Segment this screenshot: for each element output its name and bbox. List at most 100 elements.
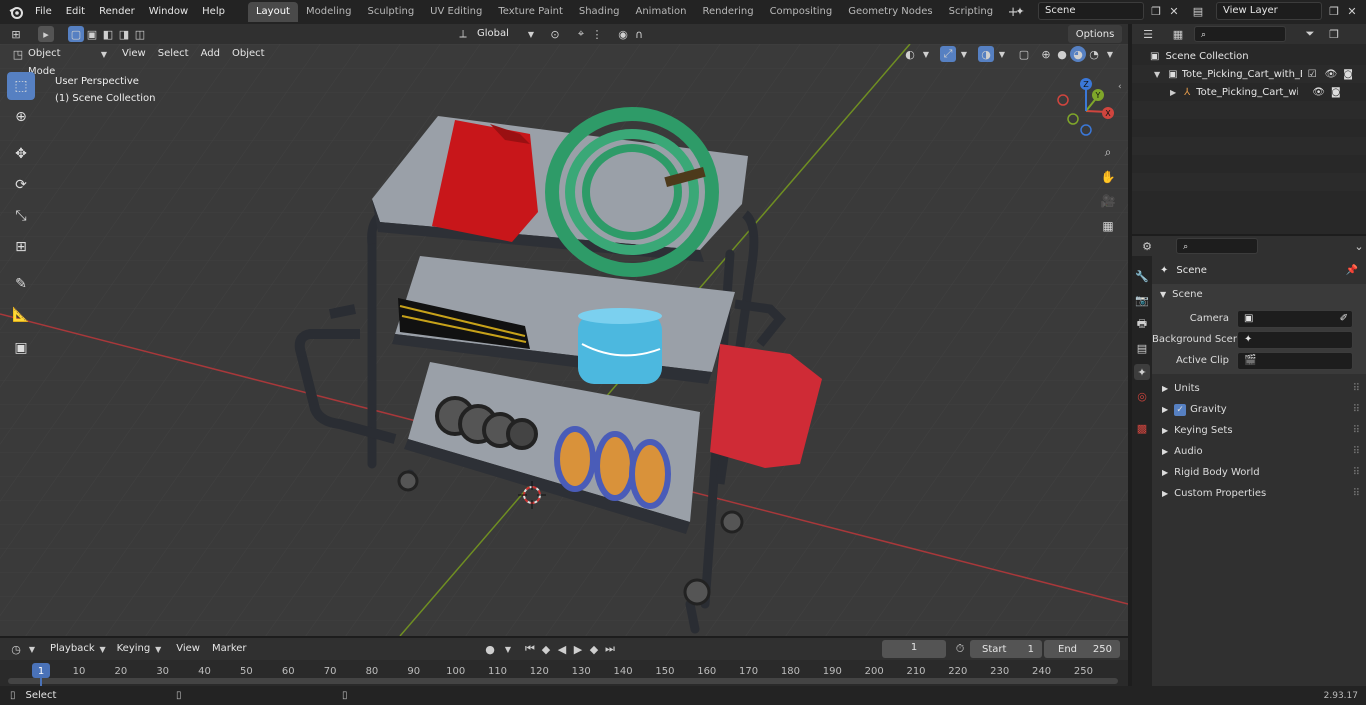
menu-add[interactable]: Add xyxy=(195,45,226,63)
eyedropper-icon[interactable]: ✐ xyxy=(1340,311,1348,327)
drag-handle-icon[interactable]: ⠿ xyxy=(1353,383,1360,394)
navigation-gizmo[interactable]: X Y Z xyxy=(1050,76,1120,146)
play-icon[interactable]: ▶ xyxy=(570,641,586,657)
drag-handle-icon[interactable]: ⠿ xyxy=(1353,404,1360,415)
render-tab-icon[interactable]: 📷 xyxy=(1134,292,1150,308)
measure-tool-icon[interactable]: 📐 xyxy=(7,301,35,329)
cursor-tool-icon[interactable]: ⊕ xyxy=(7,103,35,131)
select-new-icon[interactable]: ▢ xyxy=(68,26,84,42)
new-scene-icon[interactable]: ❐ xyxy=(1148,3,1164,19)
eye-icon[interactable]: 👁 xyxy=(1312,87,1325,98)
current-frame-field[interactable]: 1 xyxy=(882,640,946,658)
menu-edit[interactable]: Edit xyxy=(59,1,92,23)
options-button[interactable]: Options xyxy=(1068,25,1122,43)
pin-icon[interactable]: 📌 xyxy=(1346,265,1358,276)
move-tool-icon[interactable]: ✥ xyxy=(7,140,35,168)
gravity-checkbox[interactable]: ✓ xyxy=(1174,403,1187,416)
view-layer-tab-icon[interactable]: ▤ xyxy=(1134,340,1150,356)
outliner-row-root[interactable]: ▣ Scene Collection xyxy=(1132,47,1366,65)
add-cube-tool-icon[interactable]: ▣ xyxy=(7,334,35,362)
prev-keyframe-icon[interactable]: ◆ xyxy=(538,641,554,657)
filter-icon[interactable]: ⏷ xyxy=(1302,26,1318,42)
menu-file[interactable]: File xyxy=(28,1,59,23)
rendered-shading-icon[interactable]: ◔ xyxy=(1086,46,1102,62)
scene-name-field[interactable]: Scene xyxy=(1038,2,1144,20)
outliner-search-input[interactable]: ⌕ xyxy=(1194,26,1286,42)
zoom-icon[interactable]: ⌕ xyxy=(1097,141,1119,163)
active-clip-field[interactable]: 🎬 xyxy=(1237,351,1353,370)
blender-logo-icon[interactable] xyxy=(8,4,24,20)
snap-icon[interactable]: ⌖ xyxy=(573,26,589,42)
sidebar-toggle-icon[interactable]: ‹ xyxy=(1118,82,1122,92)
custom-properties-panel[interactable]: ▶ Custom Properties ⠿ xyxy=(1152,483,1366,504)
pivot-icon[interactable]: ⊙ xyxy=(547,26,563,42)
camera-icon[interactable]: ◙ xyxy=(1331,87,1341,98)
menu-object[interactable]: Object xyxy=(226,45,271,63)
view-layer-field[interactable]: View Layer xyxy=(1216,2,1322,20)
properties-options-icon[interactable]: ⌄ xyxy=(1352,238,1366,254)
units-panel[interactable]: ▶ Units ⠿ xyxy=(1152,378,1366,399)
menu-marker[interactable]: Marker xyxy=(206,640,253,658)
tab-rendering[interactable]: Rendering xyxy=(694,2,761,22)
xray-icon[interactable]: ▢ xyxy=(1016,46,1032,62)
play-reverse-icon[interactable]: ◀ xyxy=(554,641,570,657)
menu-help[interactable]: Help xyxy=(195,1,232,23)
display-mode-icon[interactable]: ▦ xyxy=(1170,26,1186,42)
next-keyframe-icon[interactable]: ◆ xyxy=(586,641,602,657)
jump-end-icon[interactable]: ⏭ xyxy=(602,641,618,657)
checkbox-icon[interactable]: ☑ xyxy=(1308,69,1317,80)
tab-compositing[interactable]: Compositing xyxy=(762,2,841,22)
output-tab-icon[interactable]: 🖶 xyxy=(1134,316,1150,332)
tab-animation[interactable]: Animation xyxy=(628,2,695,22)
falloff-icon[interactable]: ∩ xyxy=(631,26,647,42)
gizmo-toggle-icon[interactable]: ⤢ xyxy=(940,46,956,62)
outliner-row-collection[interactable]: ▼ ▣ Tote_Picking_Cart_with_Equip ☑ 👁 ◙ xyxy=(1132,65,1366,83)
scene-selector-icon[interactable]: ✦ xyxy=(1012,3,1028,19)
expand-arrow-icon[interactable]: ▶ xyxy=(1170,88,1176,97)
tab-layout[interactable]: Layout xyxy=(247,2,298,22)
delete-view-layer-icon[interactable]: ✕ xyxy=(1344,3,1360,19)
select-tool-icon[interactable]: ▸ xyxy=(38,26,54,42)
new-view-layer-icon[interactable]: ❐ xyxy=(1326,3,1342,19)
camera-field[interactable]: ▣ ✐ xyxy=(1237,309,1353,328)
new-collection-icon[interactable]: ❐ xyxy=(1326,26,1342,42)
camera-view-icon[interactable]: 🎥 xyxy=(1097,190,1119,212)
menu-playback[interactable]: Playback xyxy=(44,640,101,658)
overlay-toggle-icon[interactable]: ◑ xyxy=(978,46,994,62)
properties-editor-icon[interactable]: ⚙ xyxy=(1140,238,1154,254)
outliner-row-object[interactable]: ▶ ⅄ Tote_Picking_Cart_with_E 👁 ◙ xyxy=(1132,83,1366,101)
eye-icon[interactable]: 👁 xyxy=(1325,69,1338,80)
outliner-editor-icon[interactable]: ☰ xyxy=(1140,26,1156,42)
select-invert-icon[interactable]: ◨ xyxy=(116,26,132,42)
delete-scene-icon[interactable]: ✕ xyxy=(1166,3,1182,19)
tab-uv-editing[interactable]: UV Editing xyxy=(422,2,490,22)
editor-type-icon[interactable]: ⊞ xyxy=(8,26,24,42)
record-icon[interactable]: ● xyxy=(482,641,498,657)
proportional-edit-icon[interactable]: ◉ xyxy=(615,26,631,42)
view-layer-icon[interactable]: ▤ xyxy=(1190,3,1206,19)
start-frame-field[interactable]: Start 1 xyxy=(970,640,1042,658)
stopwatch-icon[interactable]: ⏱ xyxy=(952,641,968,657)
mode-dropdown[interactable]: Object Mode xyxy=(26,45,96,77)
scene-panel-header[interactable]: ▼ Scene xyxy=(1152,284,1366,305)
menu-render[interactable]: Render xyxy=(92,1,142,23)
snap-target-icon[interactable]: ⋮ xyxy=(589,26,605,42)
end-frame-field[interactable]: End 250 xyxy=(1044,640,1120,658)
3d-viewport[interactable]: ◳ Object Mode ▼ View Select Add Object ◐… xyxy=(0,44,1128,636)
world-tab-icon[interactable]: ◎ xyxy=(1134,388,1150,404)
perspective-grid-icon[interactable]: ▦ xyxy=(1097,215,1119,237)
select-box-tool-icon[interactable]: ⬚ xyxy=(7,72,35,100)
select-extend-icon[interactable]: ▣ xyxy=(84,26,100,42)
visibility-icon[interactable]: ◐ xyxy=(902,46,918,62)
expand-arrow-icon[interactable]: ▼ xyxy=(1154,70,1160,79)
scene-tab-icon[interactable]: ✦ xyxy=(1134,364,1150,380)
select-intersect-icon[interactable]: ◫ xyxy=(132,26,148,42)
timeline-scrollbar[interactable] xyxy=(8,678,1118,684)
background-scene-field[interactable]: ✦ xyxy=(1237,330,1353,349)
menu-timeline-view[interactable]: View xyxy=(170,640,206,658)
tab-scripting[interactable]: Scripting xyxy=(941,2,1001,22)
rotate-tool-icon[interactable]: ⟳ xyxy=(7,171,35,199)
timeline-editor-icon[interactable]: ◷ xyxy=(8,641,24,657)
rigid-body-world-panel[interactable]: ▶ Rigid Body World ⠿ xyxy=(1152,462,1366,483)
keying-sets-panel[interactable]: ▶ Keying Sets ⠿ xyxy=(1152,420,1366,441)
